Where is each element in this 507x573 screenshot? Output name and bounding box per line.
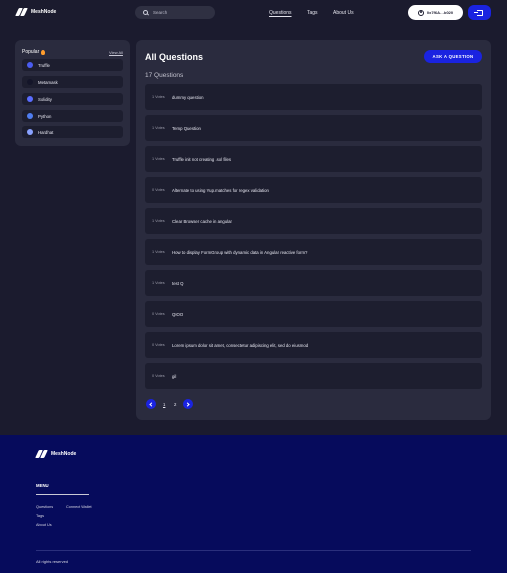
page-number-1[interactable]: 1 (163, 402, 165, 407)
question-count: 17 Questions (145, 72, 184, 79)
popular-item-solidity[interactable]: Solidity (22, 93, 123, 105)
question-row[interactable]: 1 Votes Clear Browser cache in angular (145, 208, 482, 234)
page-number-2[interactable]: 2 (174, 402, 176, 407)
logo-text: MeshNode (31, 9, 57, 15)
question-title[interactable]: How to display FormGroup with dynamic da… (172, 250, 307, 255)
question-title[interactable]: Alternate to using Yup.matches for regex… (172, 188, 269, 193)
footer: MeshNode MENU Questions Tags About Us Co… (0, 435, 507, 573)
search-input[interactable] (153, 10, 203, 15)
next-page-button[interactable] (183, 399, 193, 409)
solidity-icon (27, 96, 33, 102)
question-row[interactable]: 1 Votes dummy question (145, 84, 482, 110)
footer-logo-text: MeshNode (51, 451, 77, 457)
logout-button[interactable] (468, 5, 491, 20)
popular-item-hardhat[interactable]: Hardhat (22, 126, 123, 138)
logo-icon (15, 8, 28, 16)
prev-page-button[interactable] (146, 399, 156, 409)
vote-count: 1 Votes (152, 281, 165, 285)
question-title[interactable]: Lorem ipsum dolor sit amet, consectetur … (172, 343, 308, 348)
hardhat-icon (27, 129, 33, 135)
footer-link-tags[interactable]: Tags (36, 514, 44, 518)
question-row[interactable]: 1 Votes Temp Question (145, 115, 482, 141)
nav-questions[interactable]: Questions (269, 10, 292, 16)
user-icon (417, 9, 424, 16)
search-icon (143, 10, 148, 15)
footer-link-about-us[interactable]: About Us (36, 523, 52, 527)
vote-count: 1 Votes (152, 157, 165, 161)
chevron-right-icon (185, 401, 190, 407)
footer-link-connect-wallet[interactable]: Connect Wallet (66, 505, 92, 509)
chevron-left-icon (149, 401, 154, 407)
wallet-address: 0x7f6A…b020 (426, 10, 454, 15)
question-title[interactable]: test Q (172, 281, 183, 286)
question-title[interactable]: gil (172, 374, 176, 379)
question-row[interactable]: 1 Votes How to display FormGroup with dy… (145, 239, 482, 265)
question-row[interactable]: 0 Votes QIOO (145, 301, 482, 327)
divider (36, 494, 89, 495)
popular-item-metamask[interactable]: Metamask (22, 76, 123, 88)
footer-logo[interactable]: MeshNode (35, 450, 77, 458)
vote-count: 0 Votes (152, 374, 165, 378)
vote-count: 0 Votes (152, 312, 165, 316)
logo-icon (35, 450, 48, 458)
fire-icon (41, 49, 46, 55)
question-title[interactable]: QIOO (172, 312, 183, 317)
page-title: All Questions (145, 52, 204, 62)
wallet-button[interactable]: 0x7f6A…b020 (408, 5, 463, 20)
popular-panel: Popular View All Truffle Metamask Solidi… (15, 40, 130, 146)
question-title[interactable]: Truffle init not creating .sol files (172, 157, 231, 162)
vote-count: 0 Votes (152, 343, 165, 347)
question-row[interactable]: 0 Votes Alternate to using Yup.matches f… (145, 177, 482, 203)
truffle-icon (27, 62, 33, 68)
python-icon (27, 113, 33, 119)
view-all-link[interactable]: View All (109, 50, 123, 55)
header: MeshNode Questions Tags About Us 0x7f6A…… (0, 0, 507, 26)
question-title[interactable]: dummy question (172, 95, 204, 100)
question-title[interactable]: Clear Browser cache in angular (172, 219, 232, 224)
popular-item-python[interactable]: Python (22, 110, 123, 122)
metamask-icon (27, 79, 33, 85)
question-row[interactable]: 0 Votes Lorem ipsum dolor sit amet, cons… (145, 332, 482, 358)
nav-about-us[interactable]: About Us (333, 10, 354, 16)
logo[interactable]: MeshNode (15, 8, 57, 16)
search-bar[interactable] (135, 6, 215, 19)
logout-icon (473, 9, 483, 16)
question-title[interactable]: Temp Question (172, 126, 201, 131)
vote-count: 1 Votes (152, 219, 165, 223)
question-row[interactable]: 1 Votes test Q (145, 270, 482, 296)
questions-panel: All Questions ASK A QUESTION 17 Question… (136, 40, 491, 420)
vote-count: 0 Votes (152, 188, 165, 192)
nav-tags[interactable]: Tags (307, 10, 318, 16)
copyright-text: All rights reserved (36, 559, 69, 564)
popular-item-truffle[interactable]: Truffle (22, 59, 123, 71)
vote-count: 1 Votes (152, 126, 165, 130)
popular-title: Popular (22, 49, 46, 55)
footer-link-questions[interactable]: Questions (36, 505, 53, 509)
divider (36, 550, 471, 551)
ask-question-button[interactable]: ASK A QUESTION (424, 50, 482, 63)
question-row[interactable]: 0 Votes gil (145, 363, 482, 389)
vote-count: 1 Votes (152, 95, 165, 99)
vote-count: 1 Votes (152, 250, 165, 254)
footer-menu-title: MENU (36, 483, 49, 488)
question-row[interactable]: 1 Votes Truffle init not creating .sol f… (145, 146, 482, 172)
